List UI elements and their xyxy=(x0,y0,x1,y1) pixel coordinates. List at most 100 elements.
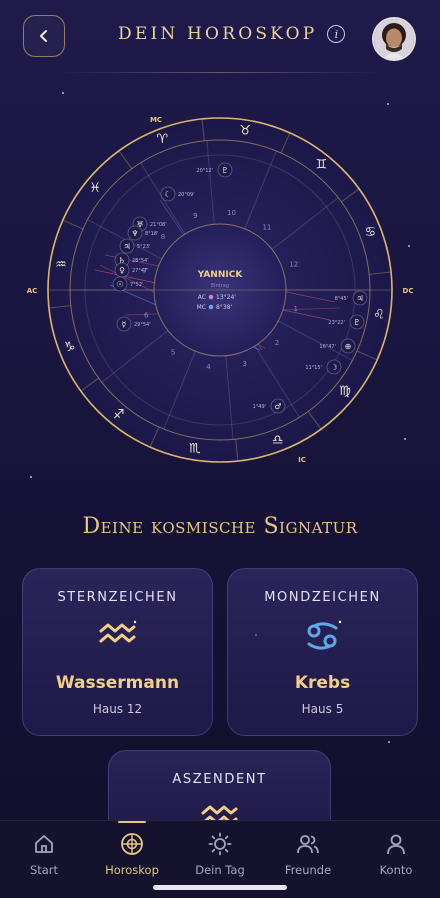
house-number: 9 xyxy=(193,212,197,220)
moon-sign-house: Haus 5 xyxy=(301,702,344,716)
nav-item-dein-tag[interactable]: Dein Tag xyxy=(180,831,260,877)
nav-item-freunde[interactable]: Freunde xyxy=(268,831,348,877)
natal-chart[interactable]: ♒♑♐♏♎♍♌♋♊♉♈♓ 789 101112123456 MC AC DC IC… xyxy=(20,100,420,480)
planet-degree: 23°22' xyxy=(328,320,345,326)
house-number: 2 xyxy=(275,339,279,347)
mc-label: MC xyxy=(150,116,162,124)
home-indicator xyxy=(153,885,287,890)
aquarius-icon xyxy=(99,620,136,643)
planet-degree: 8°18' xyxy=(145,231,158,237)
nav-label: Freunde xyxy=(284,863,332,877)
mc-dot xyxy=(208,304,214,310)
planet-degree: 28°54' xyxy=(132,258,149,264)
planet-degree: 7°52' xyxy=(130,282,143,288)
planet-glyph: ☿ xyxy=(122,320,127,329)
planet-degree: 11°15' xyxy=(305,365,322,371)
planet-glyph: ♃ xyxy=(123,242,130,251)
planet-glyph: ☉ xyxy=(116,280,123,289)
avatar[interactable] xyxy=(372,17,416,61)
ic-label: IC xyxy=(298,456,306,464)
sun-sign-value: Wassermann xyxy=(55,673,180,693)
account-icon xyxy=(387,834,405,855)
nav-active-indicator xyxy=(118,821,146,823)
planet-glyph: ⊕ xyxy=(345,342,352,351)
house-number: 12 xyxy=(289,261,298,269)
zodiac-sign-glyph: ♏ xyxy=(189,442,201,457)
center-mc-label: MC xyxy=(197,304,206,311)
planet-glyph: ♃ xyxy=(356,294,363,303)
zodiac-sign-glyph: ♊ xyxy=(315,157,327,172)
house-number: 5 xyxy=(171,348,175,356)
card-label: ASZENDENT xyxy=(172,772,267,787)
nav-item-start[interactable]: Start xyxy=(4,831,84,877)
planet-glyph: ☾ xyxy=(164,190,171,199)
zodiac-sign-glyph: ♍ xyxy=(339,384,351,399)
center-name: YANNICK xyxy=(197,270,244,280)
planet-glyph: ♇ xyxy=(353,318,360,327)
zodiac-sign-glyph: ♋ xyxy=(364,225,376,240)
friends-icon xyxy=(297,835,319,854)
planet-degree: 8°45' xyxy=(335,296,348,302)
planet-glyph: ♂ xyxy=(274,402,281,411)
planet-glyph: ☽ xyxy=(330,363,337,372)
zodiac-sign-glyph: ♑ xyxy=(64,340,76,355)
home-icon xyxy=(35,835,53,853)
ac-label: AC xyxy=(27,287,38,295)
page-title: DEIN HOROSKOP xyxy=(118,24,318,44)
house-number: 6 xyxy=(144,311,149,319)
house-number: 10 xyxy=(227,209,236,217)
zodiac-sign-glyph: ♓ xyxy=(89,181,101,196)
zodiac-sign-glyph: ♌ xyxy=(373,308,385,323)
zodiac-sign-glyph: ♉ xyxy=(239,124,251,139)
nav-item-konto[interactable]: Konto xyxy=(356,831,436,877)
planet-degree: 20°09' xyxy=(178,192,195,198)
nav-item-horoskop[interactable]: Horoskop xyxy=(92,831,172,877)
sun-sign-card[interactable]: STERNZEICHEN Wassermann Haus 12 xyxy=(22,568,213,736)
planet-glyph: ♀ xyxy=(119,266,125,275)
nav-label: Dein Tag xyxy=(195,863,245,877)
house-number: 4 xyxy=(206,363,211,371)
horoscope-icon xyxy=(121,833,143,855)
cancer-icon xyxy=(307,620,341,650)
house-number: 1 xyxy=(293,305,297,313)
planet-degree: 21°08' xyxy=(150,222,167,228)
planet-degree: 1°49' xyxy=(253,404,266,410)
ac-dot xyxy=(208,294,214,300)
center-ac-value: 13°24' xyxy=(216,294,236,301)
house-number: 11 xyxy=(262,224,271,232)
nav-label: Start xyxy=(29,863,59,877)
nav-label: Horoskop xyxy=(105,863,159,877)
header-divider xyxy=(60,72,380,73)
planet-glyph: ♆ xyxy=(131,229,138,238)
center-ac-label: AC xyxy=(198,294,206,301)
zodiac-sign-glyph: ♐ xyxy=(113,408,125,423)
info-icon[interactable]: i xyxy=(327,25,346,43)
avatar-image xyxy=(374,19,414,59)
chevron-left-icon xyxy=(40,30,47,42)
planet-glyph: ♇ xyxy=(221,166,228,175)
card-label: MONDZEICHEN xyxy=(264,590,381,605)
house-number: 3 xyxy=(242,360,246,368)
moon-sign-value: Krebs xyxy=(294,673,351,693)
moon-sign-card[interactable]: MONDZEICHEN Krebs Haus 5 xyxy=(227,568,418,736)
card-label: STERNZEICHEN xyxy=(57,590,178,605)
star-decoration xyxy=(62,92,64,94)
section-title: Deine kosmische Signatur xyxy=(82,514,358,539)
planet-degree: 5°23' xyxy=(137,244,150,250)
center-mc-value: 8°38' xyxy=(216,304,232,311)
planet-degree: 16°47' xyxy=(319,344,336,350)
sun-icon xyxy=(208,832,232,856)
dc-label: DC xyxy=(403,287,414,295)
back-button[interactable] xyxy=(23,15,65,57)
house-number: 8 xyxy=(161,233,165,241)
center-sub: Eintrag xyxy=(211,283,229,289)
planet-degree: 20°12' xyxy=(196,168,213,174)
planet-degree: 29°54' xyxy=(134,322,151,328)
zodiac-sign-glyph: ♈ xyxy=(156,132,168,147)
star-decoration xyxy=(388,741,390,743)
nav-label: Konto xyxy=(379,863,413,877)
planet-degree: 27°47' xyxy=(132,268,149,274)
sun-sign-house: Haus 12 xyxy=(92,702,143,716)
zodiac-sign-glyph: ♒ xyxy=(55,257,67,272)
zodiac-sign-glyph: ♎ xyxy=(272,433,284,448)
